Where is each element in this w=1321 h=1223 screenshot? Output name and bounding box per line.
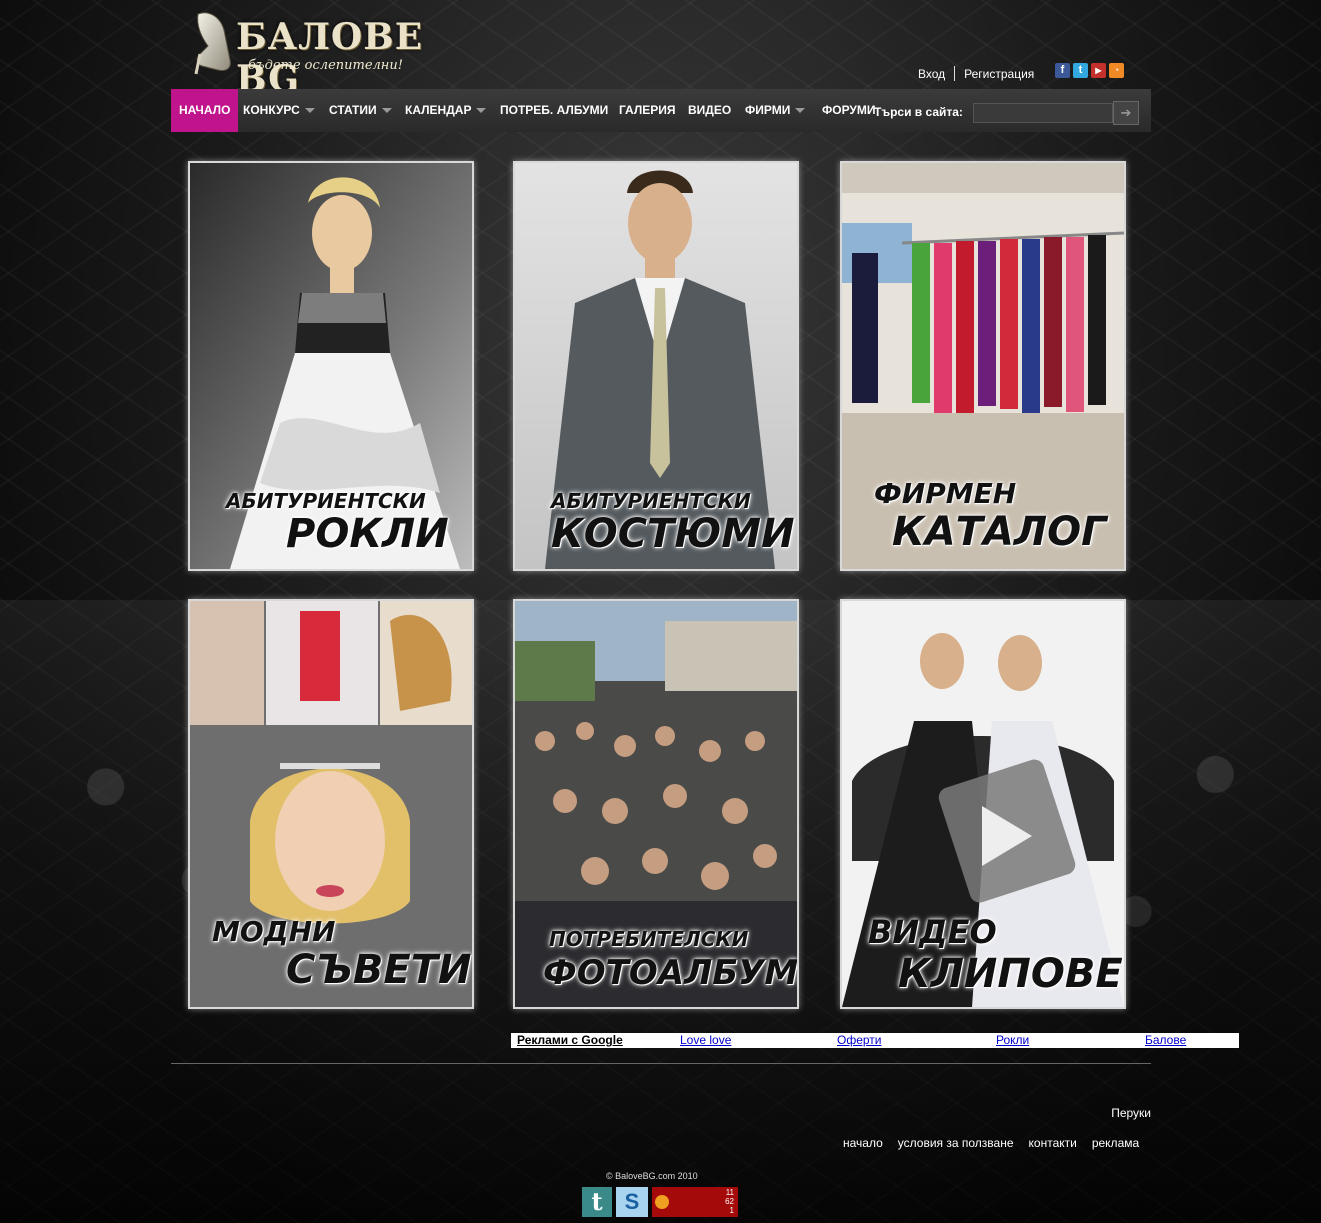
- ad-link[interactable]: Балове: [1145, 1033, 1186, 1047]
- tile-caption-line2: ФОТОАЛБУМИ: [543, 953, 799, 993]
- nav-item-video[interactable]: ВИДЕО: [688, 89, 731, 132]
- counter-top: 11: [725, 1188, 734, 1197]
- tile-caption-line2: КОСТЮМИ: [551, 511, 795, 557]
- counter-mid: 62: [725, 1197, 734, 1206]
- ad-link[interactable]: Рокли: [996, 1033, 1029, 1047]
- social-icons: f t ▶ ◔: [1055, 63, 1124, 78]
- footer-divider: [171, 1063, 1151, 1064]
- footer-link-advertising[interactable]: реклама: [1092, 1136, 1139, 1150]
- youtube-icon[interactable]: ▶: [1091, 63, 1106, 78]
- ad-link[interactable]: Love love: [680, 1033, 731, 1047]
- tumblr-badge-icon[interactable]: t: [582, 1187, 612, 1217]
- ad-link[interactable]: Оферти: [837, 1033, 882, 1047]
- top-links-divider: [954, 66, 956, 81]
- chevron-down-icon: [795, 108, 806, 114]
- skype-badge-icon[interactable]: S: [616, 1187, 648, 1217]
- facebook-icon[interactable]: f: [1055, 63, 1070, 78]
- ads-title[interactable]: Реклами с Google: [517, 1033, 623, 1047]
- tile-caption-line2: КЛИПОВЕ: [898, 951, 1123, 997]
- nav-item-user-albums[interactable]: ПОТРЕБ. АЛБУМИ: [500, 89, 608, 132]
- footer-badges: t S 11 62 1: [582, 1187, 738, 1217]
- tile-user-albums[interactable]: ПОТРЕБИТЕЛСКИ ФОТОАЛБУМИ: [513, 599, 799, 1009]
- tile-caption-line2: РОКЛИ: [286, 511, 449, 557]
- register-link[interactable]: Регистрация: [964, 67, 1034, 81]
- google-ads-bar: Реклами с Google Love love Оферти Рокли …: [511, 1033, 1239, 1048]
- search-submit-button[interactable]: ➔: [1113, 101, 1139, 125]
- chevron-down-icon: [381, 108, 392, 114]
- tile-caption-line1: МОДНИ: [212, 915, 336, 948]
- footer-link-home[interactable]: начало: [843, 1136, 883, 1150]
- arrow-right-icon: ➔: [1120, 105, 1132, 120]
- nav-item-calendar[interactable]: КАЛЕНДАР: [405, 89, 487, 132]
- tile-caption-line2: СЪВЕТИ: [286, 947, 472, 993]
- counter-bottom: 1: [729, 1206, 734, 1215]
- footer-links: начало условия за ползване контакти рекл…: [843, 1136, 1139, 1150]
- tile-caption-line1: АБИТУРИЕНТСКИ: [226, 489, 426, 513]
- tile-caption-line1: ФИРМЕН: [874, 477, 1017, 510]
- login-link[interactable]: Вход: [918, 67, 945, 81]
- copyright: © BaloveBG.com 2010: [606, 1171, 698, 1181]
- shoe-logo-icon: [194, 12, 231, 75]
- tile-caption-line1: ВИДЕО: [868, 913, 997, 951]
- nav-item-articles[interactable]: СТАТИИ: [329, 89, 392, 132]
- chevron-down-icon: [476, 108, 487, 114]
- tile-caption-line1: АБИТУРИЕНТСКИ: [551, 489, 751, 513]
- account-links: Вход Регистрация: [918, 66, 1034, 81]
- footer-link-contacts[interactable]: контакти: [1029, 1136, 1077, 1150]
- tile-caption-line1: ПОТРЕБИТЕЛСКИ: [549, 927, 749, 951]
- nav-item-contest[interactable]: КОНКУРС: [243, 89, 315, 132]
- tile-fashion-tips[interactable]: МОДНИ СЪВЕТИ: [188, 599, 474, 1009]
- tile-company-catalog[interactable]: ФИРМЕН КАТАЛОГ: [840, 161, 1126, 571]
- nav-item-label: ФОРУМИ: [822, 103, 876, 117]
- tile-prom-suits[interactable]: АБИТУРИЕНТСКИ КОСТЮМИ: [513, 161, 799, 571]
- nav-item-home[interactable]: НАЧАЛО: [171, 89, 239, 132]
- nav-item-label: СТАТИИ: [329, 103, 377, 117]
- nav-item-label: ФИРМИ: [745, 103, 791, 117]
- rss-icon[interactable]: ◔: [1109, 63, 1124, 78]
- nav-item-label: ВИДЕО: [688, 103, 732, 117]
- tile-caption-line2: КАТАЛОГ: [892, 509, 1107, 555]
- nav-item-label: ПОТРЕБ. АЛБУМИ: [500, 103, 609, 117]
- visit-counter[interactable]: 11 62 1: [652, 1187, 738, 1217]
- nav-item-label: ГАЛЕРИЯ: [619, 103, 676, 117]
- counter-values: 11 62 1: [725, 1188, 734, 1215]
- nav-item-forums[interactable]: ФОРУМИ: [822, 89, 876, 132]
- nav-item-label: КАЛЕНДАР: [405, 103, 472, 117]
- chevron-down-icon: [304, 108, 315, 114]
- counter-logo-icon: [655, 1195, 669, 1209]
- nav-item-gallery[interactable]: ГАЛЕРИЯ: [619, 89, 676, 132]
- nav-item-label: КОНКУРС: [243, 103, 300, 117]
- site-logo[interactable]: БАЛОВЕ BG бъдете ослепителни!: [190, 8, 430, 100]
- search-label: Търси в сайта:: [874, 105, 963, 119]
- nav-item-label: НАЧАЛО: [179, 103, 231, 117]
- footer-promo-link[interactable]: Перуки: [1111, 1106, 1151, 1120]
- footer-link-terms[interactable]: условия за ползване: [898, 1136, 1014, 1150]
- tile-video-clips[interactable]: ВИДЕО КЛИПОВЕ: [840, 599, 1126, 1009]
- nav-item-companies[interactable]: ФИРМИ: [745, 89, 806, 132]
- search-input[interactable]: [973, 103, 1113, 123]
- tile-prom-dresses[interactable]: АБИТУРИЕНТСКИ РОКЛИ: [188, 161, 474, 571]
- logo-slogan: бъдете ослепителни!: [248, 58, 403, 73]
- twitter-icon[interactable]: t: [1073, 63, 1088, 78]
